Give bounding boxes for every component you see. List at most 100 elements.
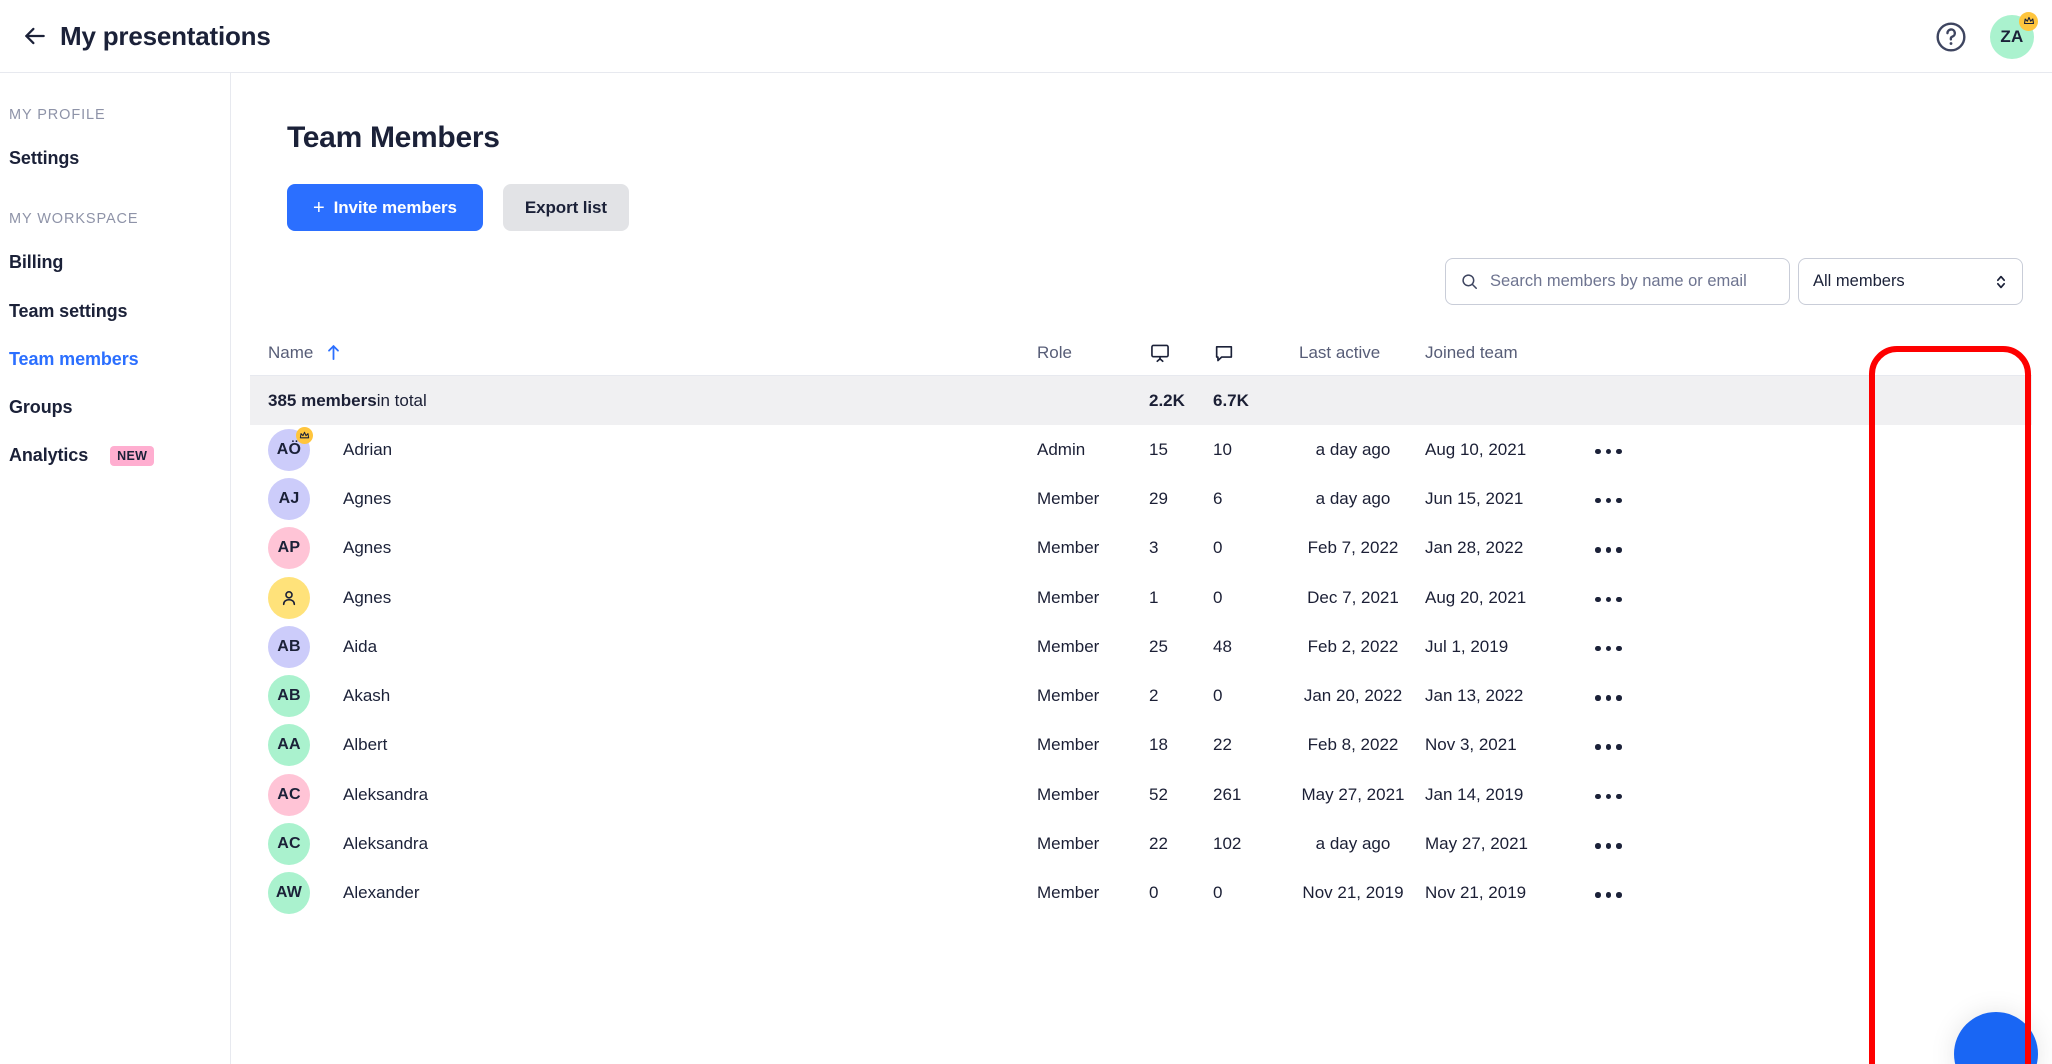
sidebar-item-groups[interactable]: Groups bbox=[0, 397, 230, 418]
table-row[interactable]: AJ Agnes Member 29 6 a day ago Jun 15, 2021 bbox=[250, 474, 2032, 523]
search-box[interactable] bbox=[1445, 258, 1790, 305]
member-name-cell: AA Albert bbox=[250, 724, 1037, 767]
table-row[interactable]: AB Aida Member 25 48 Feb 2, 2022 Jul 1, 2019 bbox=[250, 622, 2032, 671]
member-comments-count: 0 bbox=[1213, 538, 1223, 558]
sidebar-item-label: Team members bbox=[9, 349, 139, 369]
avatar[interactable]: ZA bbox=[1990, 11, 2038, 59]
chat-bubble-icon[interactable] bbox=[1954, 1012, 2038, 1064]
member-joined-date: Jan 28, 2022 bbox=[1425, 538, 1524, 558]
avatar[interactable]: AC bbox=[268, 823, 310, 866]
table-row[interactable]: Agnes Member 1 0 Dec 7, 2021 Aug 20, 2021 bbox=[250, 573, 2032, 622]
kebab-menu-icon[interactable] bbox=[1591, 443, 1626, 461]
export-list-button[interactable]: Export list bbox=[502, 184, 629, 231]
kebab-menu-icon[interactable] bbox=[1591, 788, 1626, 806]
column-header-joined-team[interactable]: Joined team bbox=[1425, 343, 1591, 363]
avatar-initials: AÖ bbox=[276, 440, 302, 458]
avatar[interactable]: AW bbox=[268, 872, 310, 915]
sidebar: MY PROFILE Settings MY WORKSPACE Billing… bbox=[0, 73, 231, 1064]
kebab-menu-icon[interactable] bbox=[1591, 591, 1626, 609]
member-role: Member bbox=[1037, 686, 1100, 706]
member-actions-cell bbox=[1591, 784, 1711, 805]
kebab-menu-icon[interactable] bbox=[1591, 492, 1626, 510]
avatar-initials: AW bbox=[275, 884, 303, 902]
table-header-row: Name Role Last active Joined team bbox=[250, 330, 2032, 376]
member-actions-cell bbox=[1591, 488, 1711, 509]
toolbar: + Invite members Export list bbox=[287, 184, 629, 231]
back-button[interactable] bbox=[14, 15, 56, 57]
member-name-cell: AJ Agnes bbox=[250, 477, 1037, 520]
member-role: Member bbox=[1037, 488, 1100, 508]
avatar[interactable]: AA bbox=[268, 724, 310, 767]
avatar-initials: AA bbox=[277, 736, 301, 754]
member-name: Agnes bbox=[343, 538, 392, 558]
arrow-left-icon bbox=[25, 27, 45, 45]
total-members-suffix: in total bbox=[376, 390, 427, 410]
members-filter-select[interactable]: All members bbox=[1798, 258, 2023, 305]
member-comments-count: 48 bbox=[1213, 636, 1232, 656]
arrow-up-icon[interactable] bbox=[326, 343, 341, 362]
member-actions-cell bbox=[1591, 587, 1711, 608]
kebab-menu-icon[interactable] bbox=[1591, 640, 1626, 658]
crown-icon bbox=[296, 426, 313, 444]
column-header-name[interactable]: Name bbox=[250, 343, 1037, 363]
avatar[interactable]: AP bbox=[268, 527, 310, 570]
member-name-cell: AP Agnes bbox=[250, 527, 1037, 570]
kebab-menu-icon[interactable] bbox=[1591, 738, 1626, 756]
member-last-active: a day ago bbox=[1315, 439, 1391, 459]
member-name: Aida bbox=[343, 636, 378, 656]
member-presentations-count: 1 bbox=[1149, 587, 1159, 607]
column-header-comments[interactable] bbox=[1213, 342, 1281, 364]
avatar[interactable]: AÖ bbox=[268, 426, 313, 471]
table-row[interactable]: AC Aleksandra Member 22 102 a day ago May 27, … bbox=[250, 819, 2032, 868]
member-name-cell: AC Aleksandra bbox=[250, 823, 1037, 866]
table-row[interactable]: AC Aleksandra Member 52 261 May 27, 2021 Jan 1… bbox=[250, 770, 2032, 819]
column-header-role[interactable]: Role bbox=[1037, 343, 1149, 363]
member-name: Aleksandra bbox=[343, 834, 429, 854]
avatar[interactable]: AB bbox=[268, 625, 310, 668]
plus-icon: + bbox=[313, 196, 325, 219]
member-role: Member bbox=[1037, 538, 1100, 558]
invite-members-button[interactable]: + Invite members bbox=[287, 184, 483, 231]
table-row[interactable]: AB Akash Member 2 0 Jan 20, 2022 Jan 13, 2022 bbox=[250, 671, 2032, 720]
question-circle-icon[interactable] bbox=[1934, 20, 1968, 54]
member-role: Member bbox=[1037, 636, 1100, 656]
sidebar-item-billing[interactable]: Billing bbox=[0, 252, 230, 273]
sidebar-item-analytics[interactable]: Analytics NEW bbox=[0, 445, 230, 466]
member-comments-count: 261 bbox=[1213, 784, 1242, 804]
member-last-active: Feb 7, 2022 bbox=[1307, 538, 1399, 558]
total-members-count: 385 members bbox=[268, 390, 377, 410]
sidebar-item-team-members[interactable]: Team members bbox=[0, 349, 230, 370]
avatar[interactable]: AJ bbox=[268, 477, 310, 520]
table-body: AÖ Adrian Admin 15 10 a day ago Aug 10, 2021 AJ… bbox=[250, 425, 2032, 918]
table-row[interactable]: AP Agnes Member 3 0 Feb 7, 2022 Jan 28, 2022 bbox=[250, 524, 2032, 573]
member-joined-date: Jan 14, 2019 bbox=[1425, 784, 1524, 804]
kebab-menu-icon[interactable] bbox=[1591, 541, 1626, 559]
kebab-menu-icon[interactable] bbox=[1591, 689, 1626, 707]
sidebar-item-team-settings[interactable]: Team settings bbox=[0, 301, 230, 322]
column-header-last-active[interactable]: Last active bbox=[1281, 343, 1425, 363]
avatar[interactable]: AB bbox=[268, 675, 310, 718]
member-comments-count: 10 bbox=[1213, 439, 1232, 459]
table-row[interactable]: AA Albert Member 18 22 Feb 8, 2022 Nov 3, 2021 bbox=[250, 721, 2032, 770]
sidebar-item-settings[interactable]: Settings bbox=[0, 148, 230, 169]
member-presentations-count: 2 bbox=[1149, 686, 1159, 706]
member-actions-cell bbox=[1591, 834, 1711, 855]
table-row[interactable]: AW Alexander Member 0 0 Nov 21, 2019 Nov 21, 2… bbox=[250, 869, 2032, 918]
kebab-menu-icon[interactable] bbox=[1591, 886, 1626, 904]
avatar[interactable] bbox=[268, 576, 310, 619]
table-row[interactable]: AÖ Adrian Admin 15 10 a day ago Aug 10, 2021 bbox=[250, 425, 2032, 474]
kebab-menu-icon[interactable] bbox=[1591, 837, 1626, 855]
crown-icon bbox=[2019, 11, 2038, 31]
sidebar-item-label: Team settings bbox=[9, 301, 128, 321]
search-input[interactable] bbox=[1490, 272, 1775, 291]
member-presentations-count: 3 bbox=[1149, 538, 1159, 558]
presentation-icon bbox=[1151, 344, 1169, 362]
member-last-active: a day ago bbox=[1315, 834, 1391, 854]
table-total-row: 385 members in total 2.2K 6.7K bbox=[250, 376, 2032, 425]
sidebar-section-label-my-profile: MY PROFILE bbox=[9, 107, 106, 123]
status-badge-new: NEW bbox=[110, 445, 155, 466]
member-last-active: Feb 8, 2022 bbox=[1307, 735, 1399, 755]
avatar[interactable]: AC bbox=[268, 773, 310, 816]
avatar-initials: AB bbox=[277, 687, 301, 705]
column-header-presentations[interactable] bbox=[1149, 342, 1213, 364]
